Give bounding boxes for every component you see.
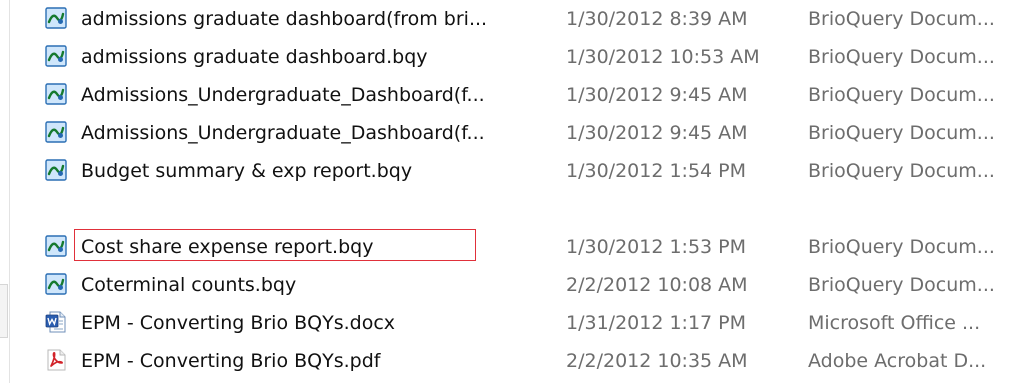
word-doc-icon [45,311,67,333]
file-row-highlighted[interactable]: Cost share expense report.bqy 1/30/2012 … [10,228,1035,266]
file-date-modified: 1/31/2012 1:17 PM [566,312,747,334]
brio-icon [45,83,67,105]
file-row[interactable]: Admissions_Undergraduate_Dashboard(f... … [10,114,1035,152]
pane-splitter-handle[interactable] [0,284,8,338]
file-name[interactable]: EPM - Converting Brio BQYs.pdf [81,348,551,374]
file-date-modified: 1/30/2012 9:45 AM [566,84,748,106]
file-date-modified: 2/2/2012 10:35 AM [566,350,748,372]
file-row[interactable]: admissions graduate dashboard.bqy 1/30/2… [10,38,1035,76]
file-type: BrioQuery Docum... [808,84,995,106]
file-name[interactable]: Coterminal counts.bqy [81,272,551,298]
brio-icon [45,235,67,257]
left-pane-edge [0,0,10,383]
file-date-modified: 1/30/2012 1:53 PM [566,236,747,258]
brio-icon [45,7,67,29]
file-name[interactable]: Budget summary & exp report.bqy [81,158,551,184]
file-date-modified: 2/2/2012 10:08 AM [566,274,748,296]
file-date-modified: 1/30/2012 9:45 AM [566,122,748,144]
brio-icon [45,45,67,67]
file-type: Adobe Acrobat D... [808,350,987,372]
file-date-modified: 1/30/2012 1:54 PM [566,160,747,182]
file-type: BrioQuery Docum... [808,8,995,30]
file-type: BrioQuery Docum... [808,160,995,182]
file-row[interactable]: EPM - Converting Brio BQYs.docx 1/31/201… [10,304,1035,342]
file-type: BrioQuery Docum... [808,236,995,258]
file-row[interactable]: Budget summary & exp report.bqy 1/30/201… [10,152,1035,190]
brio-icon [45,159,67,181]
file-list: admissions graduate dashboard(from bri..… [10,0,1035,383]
file-type: BrioQuery Docum... [808,274,995,296]
file-date-modified: 1/30/2012 8:39 AM [566,8,748,30]
brio-icon [45,121,67,143]
file-name[interactable]: admissions graduate dashboard.bqy [81,44,551,70]
file-type: Microsoft Office ... [808,312,981,334]
file-row[interactable]: Admissions_Undergraduate_Dashboard(f... … [10,76,1035,114]
file-type: BrioQuery Docum... [808,122,995,144]
pdf-icon [45,349,67,371]
file-row[interactable]: Coterminal counts.bqy 2/2/2012 10:08 AM … [10,266,1035,304]
file-row[interactable]: EPM - Converting Brio BQYs.pdf 2/2/2012 … [10,342,1035,380]
brio-icon [45,273,67,295]
file-name[interactable]: Admissions_Undergraduate_Dashboard(f... [81,120,551,146]
file-type: BrioQuery Docum... [808,46,995,68]
file-name[interactable]: Admissions_Undergraduate_Dashboard(f... [81,82,551,108]
file-name[interactable]: admissions graduate dashboard(from bri..… [81,6,551,32]
file-name[interactable]: Cost share expense report.bqy [81,234,551,260]
file-row[interactable]: admissions graduate dashboard(from bri..… [10,0,1035,38]
file-name[interactable]: EPM - Converting Brio BQYs.docx [81,310,551,336]
file-date-modified: 1/30/2012 10:53 AM [566,46,760,68]
